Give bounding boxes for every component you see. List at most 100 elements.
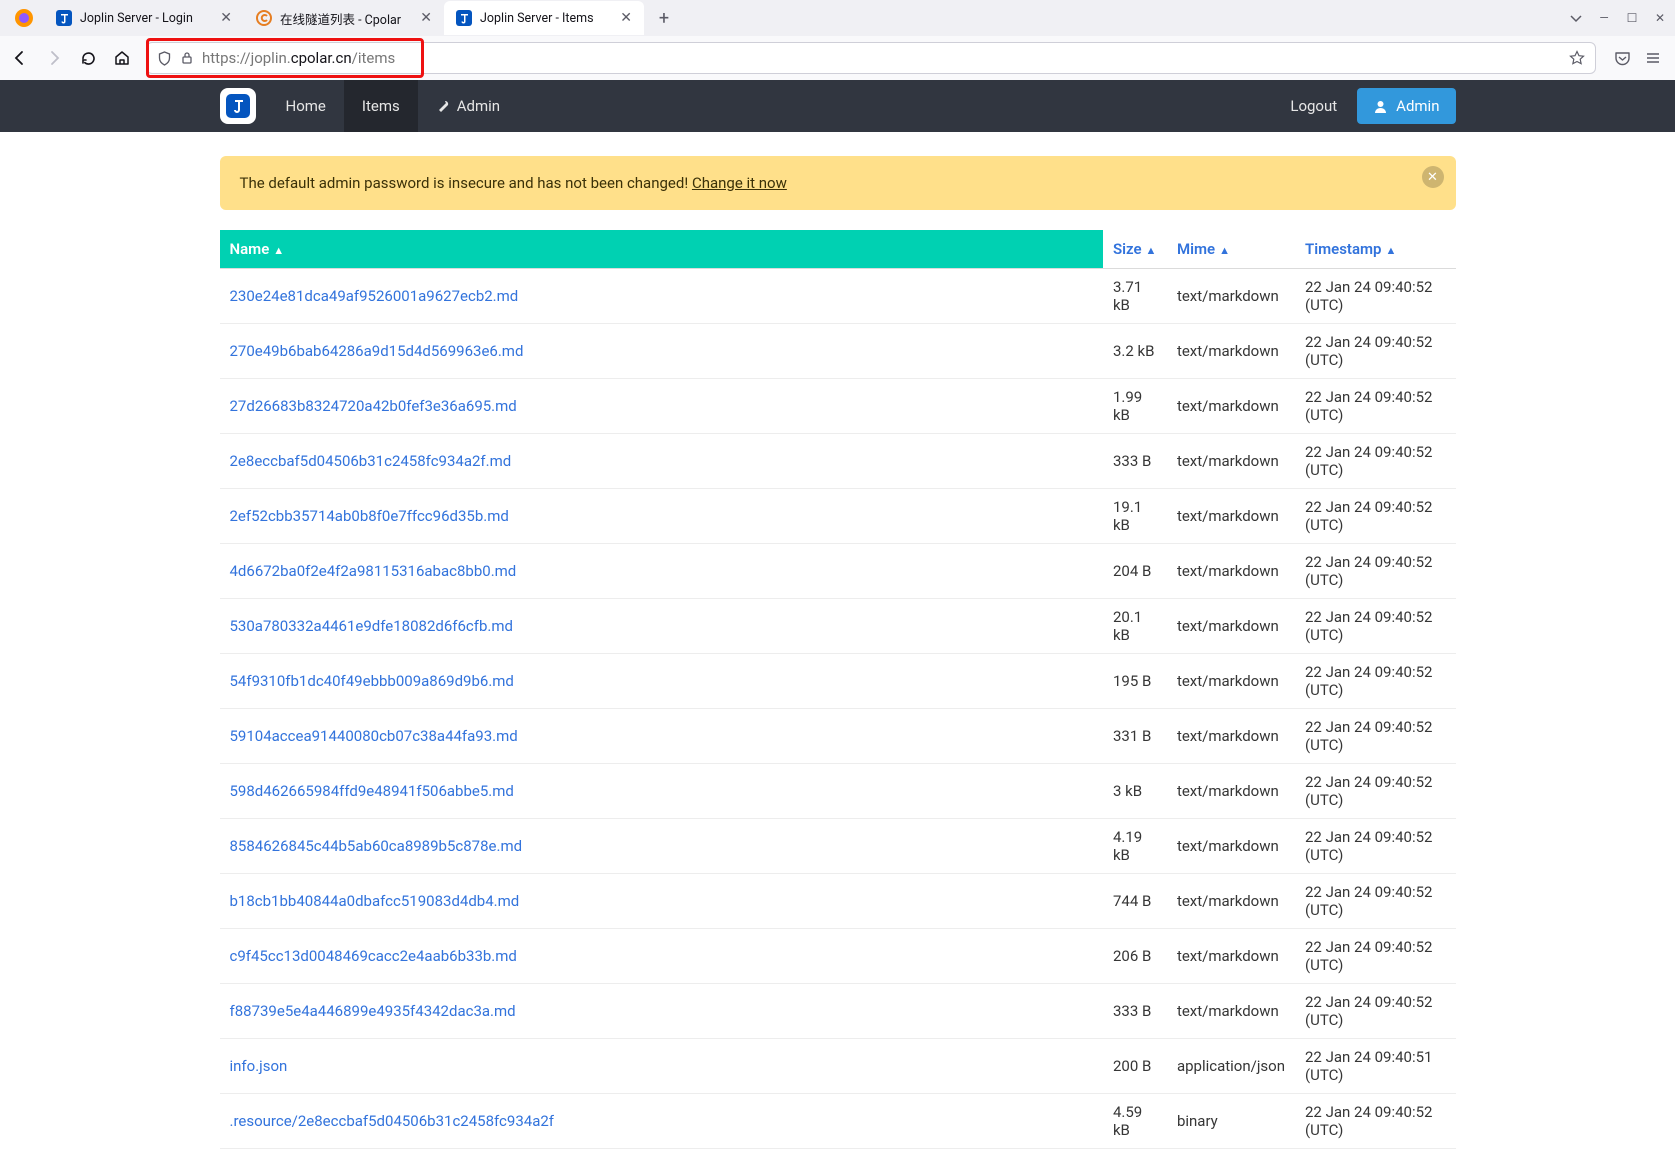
col-header-name[interactable]: Name▲ xyxy=(220,230,1103,269)
alert-close-button[interactable]: ✕ xyxy=(1422,166,1444,188)
cell-size: 4.59 kB xyxy=(1103,1094,1167,1149)
table-row: 270e49b6bab64286a9d15d4d569963e6.md 3.2 k… xyxy=(220,324,1456,379)
cell-name: 270e49b6bab64286a9d15d4d569963e6.md xyxy=(220,324,1103,379)
logout-link[interactable]: Logout xyxy=(1270,97,1357,115)
nav-home[interactable]: Home xyxy=(268,80,344,132)
cell-name: 530a780332a4461e9dfe18082d6f6cfb.md xyxy=(220,599,1103,654)
item-link[interactable]: 8584626845c44b5ab60ca8989b5c878e.md xyxy=(230,837,523,855)
chevron-down-icon[interactable] xyxy=(1569,11,1583,25)
cell-mime: text/markdown xyxy=(1167,709,1295,764)
cell-size: 333 B xyxy=(1103,434,1167,489)
cell-name: 230e24e81dca49af9526001a9627ecb2.md xyxy=(220,269,1103,324)
table-row: c9f45cc13d0048469cacc2e4aab6b33b.md 206 B… xyxy=(220,929,1456,984)
item-link[interactable]: 27d26683b8324720a42b0fef3e36a695.md xyxy=(230,397,517,415)
wrench-icon xyxy=(436,99,451,114)
browser-tab[interactable]: Joplin Server - Login ✕ xyxy=(44,1,244,35)
cell-mime: text/markdown xyxy=(1167,929,1295,984)
joplin-logo-icon[interactable] xyxy=(220,88,256,124)
cell-mime: text/markdown xyxy=(1167,324,1295,379)
item-link[interactable]: info.json xyxy=(230,1057,288,1075)
cell-name: f88739e5e4a446899e4935f4342dac3a.md xyxy=(220,984,1103,1039)
tab-title: 在线隧道列表 - Cpolar xyxy=(280,9,412,28)
sort-asc-icon: ▲ xyxy=(1386,244,1397,257)
browser-tab[interactable]: 在线隧道列表 - Cpolar ✕ xyxy=(244,1,444,35)
close-window-button[interactable]: ✕ xyxy=(1653,11,1667,25)
browser-tab[interactable]: Joplin Server - Items✕ xyxy=(444,1,644,35)
cell-mime: text/markdown xyxy=(1167,544,1295,599)
new-tab-button[interactable]: + xyxy=(650,4,678,32)
cell-mime: text/markdown xyxy=(1167,874,1295,929)
sort-asc-icon: ▲ xyxy=(273,244,284,257)
cell-name: c9f45cc13d0048469cacc2e4aab6b33b.md xyxy=(220,929,1103,984)
user-icon xyxy=(1373,99,1388,114)
table-row: f88739e5e4a446899e4935f4342dac3a.md 333 B… xyxy=(220,984,1456,1039)
admin-button[interactable]: Admin xyxy=(1357,88,1455,124)
home-button[interactable] xyxy=(112,48,132,68)
cell-timestamp: 22 Jan 24 09:40:52 (UTC) xyxy=(1295,984,1456,1039)
item-link[interactable]: c9f45cc13d0048469cacc2e4aab6b33b.md xyxy=(230,947,517,965)
cell-name: 54f9310fb1dc40f49ebbb009a869d9b6.md xyxy=(220,654,1103,709)
table-row: b18cb1bb40844a0dbafcc519083d4db4.md744 B… xyxy=(220,874,1456,929)
item-link[interactable]: 2ef52cbb35714ab0b8f0e7ffcc96d35b.md xyxy=(230,507,509,525)
item-link[interactable]: f88739e5e4a446899e4935f4342dac3a.md xyxy=(230,1002,516,1020)
cell-name: 8584626845c44b5ab60ca8989b5c878e.md xyxy=(220,819,1103,874)
tab-close-button[interactable]: ✕ xyxy=(420,10,432,26)
cell-mime: binary xyxy=(1167,1094,1295,1149)
cell-timestamp: 22 Jan 24 09:40:52 (UTC) xyxy=(1295,764,1456,819)
back-button[interactable] xyxy=(10,48,30,68)
cell-size: 200 B xyxy=(1103,1039,1167,1094)
tab-strip: Joplin Server - Login✕在线隧道列表 - Cpolar✕Jo… xyxy=(0,0,1675,36)
app-menu-icon[interactable] xyxy=(1645,50,1661,66)
reload-button[interactable] xyxy=(78,48,98,68)
cell-mime: text/markdown xyxy=(1167,434,1295,489)
sort-asc-icon: ▲ xyxy=(1219,244,1230,257)
nav-items[interactable]: Items xyxy=(344,80,418,132)
item-link[interactable]: 230e24e81dca49af9526001a9627ecb2.md xyxy=(230,287,519,305)
cell-size: 19.1 kB xyxy=(1103,489,1167,544)
cell-size: 3.2 kB xyxy=(1103,324,1167,379)
cell-size: 4.19 kB xyxy=(1103,819,1167,874)
col-header-size[interactable]: Size▲ xyxy=(1103,230,1167,269)
cell-timestamp: 22 Jan 24 09:40:52 (UTC) xyxy=(1295,544,1456,599)
cell-size: 333 B xyxy=(1103,984,1167,1039)
col-header-timestamp[interactable]: Timestamp▲ xyxy=(1295,230,1456,269)
address-bar[interactable]: https://joplin.cpolar.cn/items xyxy=(146,42,1596,74)
cell-size: 206 B xyxy=(1103,929,1167,984)
item-link[interactable]: .resource/2e8eccbaf5d04506b31c2458fc934a… xyxy=(230,1112,555,1130)
cell-timestamp: 22 Jan 24 09:40:52 (UTC) xyxy=(1295,269,1456,324)
tab-title: Joplin Server - Login xyxy=(80,11,212,26)
item-link[interactable]: b18cb1bb40844a0dbafcc519083d4db4.md xyxy=(230,892,520,910)
cell-timestamp: 22 Jan 24 09:40:52 (UTC) xyxy=(1295,874,1456,929)
cell-size: 3 kB xyxy=(1103,764,1167,819)
cell-mime: text/markdown xyxy=(1167,379,1295,434)
cell-timestamp: 22 Jan 24 09:40:52 (UTC) xyxy=(1295,489,1456,544)
cell-name: 2ef52cbb35714ab0b8f0e7ffcc96d35b.md xyxy=(220,489,1103,544)
cell-timestamp: 22 Jan 24 09:40:52 (UTC) xyxy=(1295,1094,1456,1149)
window-controls: — ☐ ✕ xyxy=(1569,11,1675,25)
item-link[interactable]: 59104accea91440080cb07c38a44fa93.md xyxy=(230,727,518,745)
item-link[interactable]: 530a780332a4461e9dfe18082d6f6cfb.md xyxy=(230,617,514,635)
table-row: 4d6672ba0f2e4f2a98115316abac8bb0.md204 B… xyxy=(220,544,1456,599)
item-link[interactable]: 4d6672ba0f2e4f2a98115316abac8bb0.md xyxy=(230,562,517,580)
cell-name: 2e8eccbaf5d04506b31c2458fc934a2f.md xyxy=(220,434,1103,489)
forward-button[interactable] xyxy=(44,48,64,68)
tab-favicon-icon xyxy=(256,10,272,26)
item-link[interactable]: 54f9310fb1dc40f49ebbb009a869d9b6.md xyxy=(230,672,514,690)
cell-name: 4d6672ba0f2e4f2a98115316abac8bb0.md xyxy=(220,544,1103,599)
item-link[interactable]: 270e49b6bab64286a9d15d4d569963e6.md xyxy=(230,342,524,360)
cell-timestamp: 22 Jan 24 09:40:52 (UTC) xyxy=(1295,929,1456,984)
table-row: 54f9310fb1dc40f49ebbb009a869d9b6.md195 B… xyxy=(220,654,1456,709)
maximize-button[interactable]: ☐ xyxy=(1625,11,1639,25)
pocket-icon[interactable] xyxy=(1614,50,1631,67)
tab-close-button[interactable]: ✕ xyxy=(620,10,632,26)
cell-mime: text/markdown xyxy=(1167,489,1295,544)
item-link[interactable]: 2e8eccbaf5d04506b31c2458fc934a2f.md xyxy=(230,452,512,470)
col-header-mime[interactable]: Mime▲ xyxy=(1167,230,1295,269)
alert-link[interactable]: Change it now xyxy=(692,174,787,192)
table-row: info.json200 Bapplication/json22 Jan 24 … xyxy=(220,1039,1456,1094)
item-link[interactable]: 598d462665984ffd9e48941f506abbe5.md xyxy=(230,782,514,800)
nav-admin[interactable]: Admin xyxy=(418,80,518,132)
bookmark-star-icon[interactable] xyxy=(1569,50,1585,66)
minimize-button[interactable]: — xyxy=(1597,11,1611,25)
tab-close-button[interactable]: ✕ xyxy=(220,10,232,26)
